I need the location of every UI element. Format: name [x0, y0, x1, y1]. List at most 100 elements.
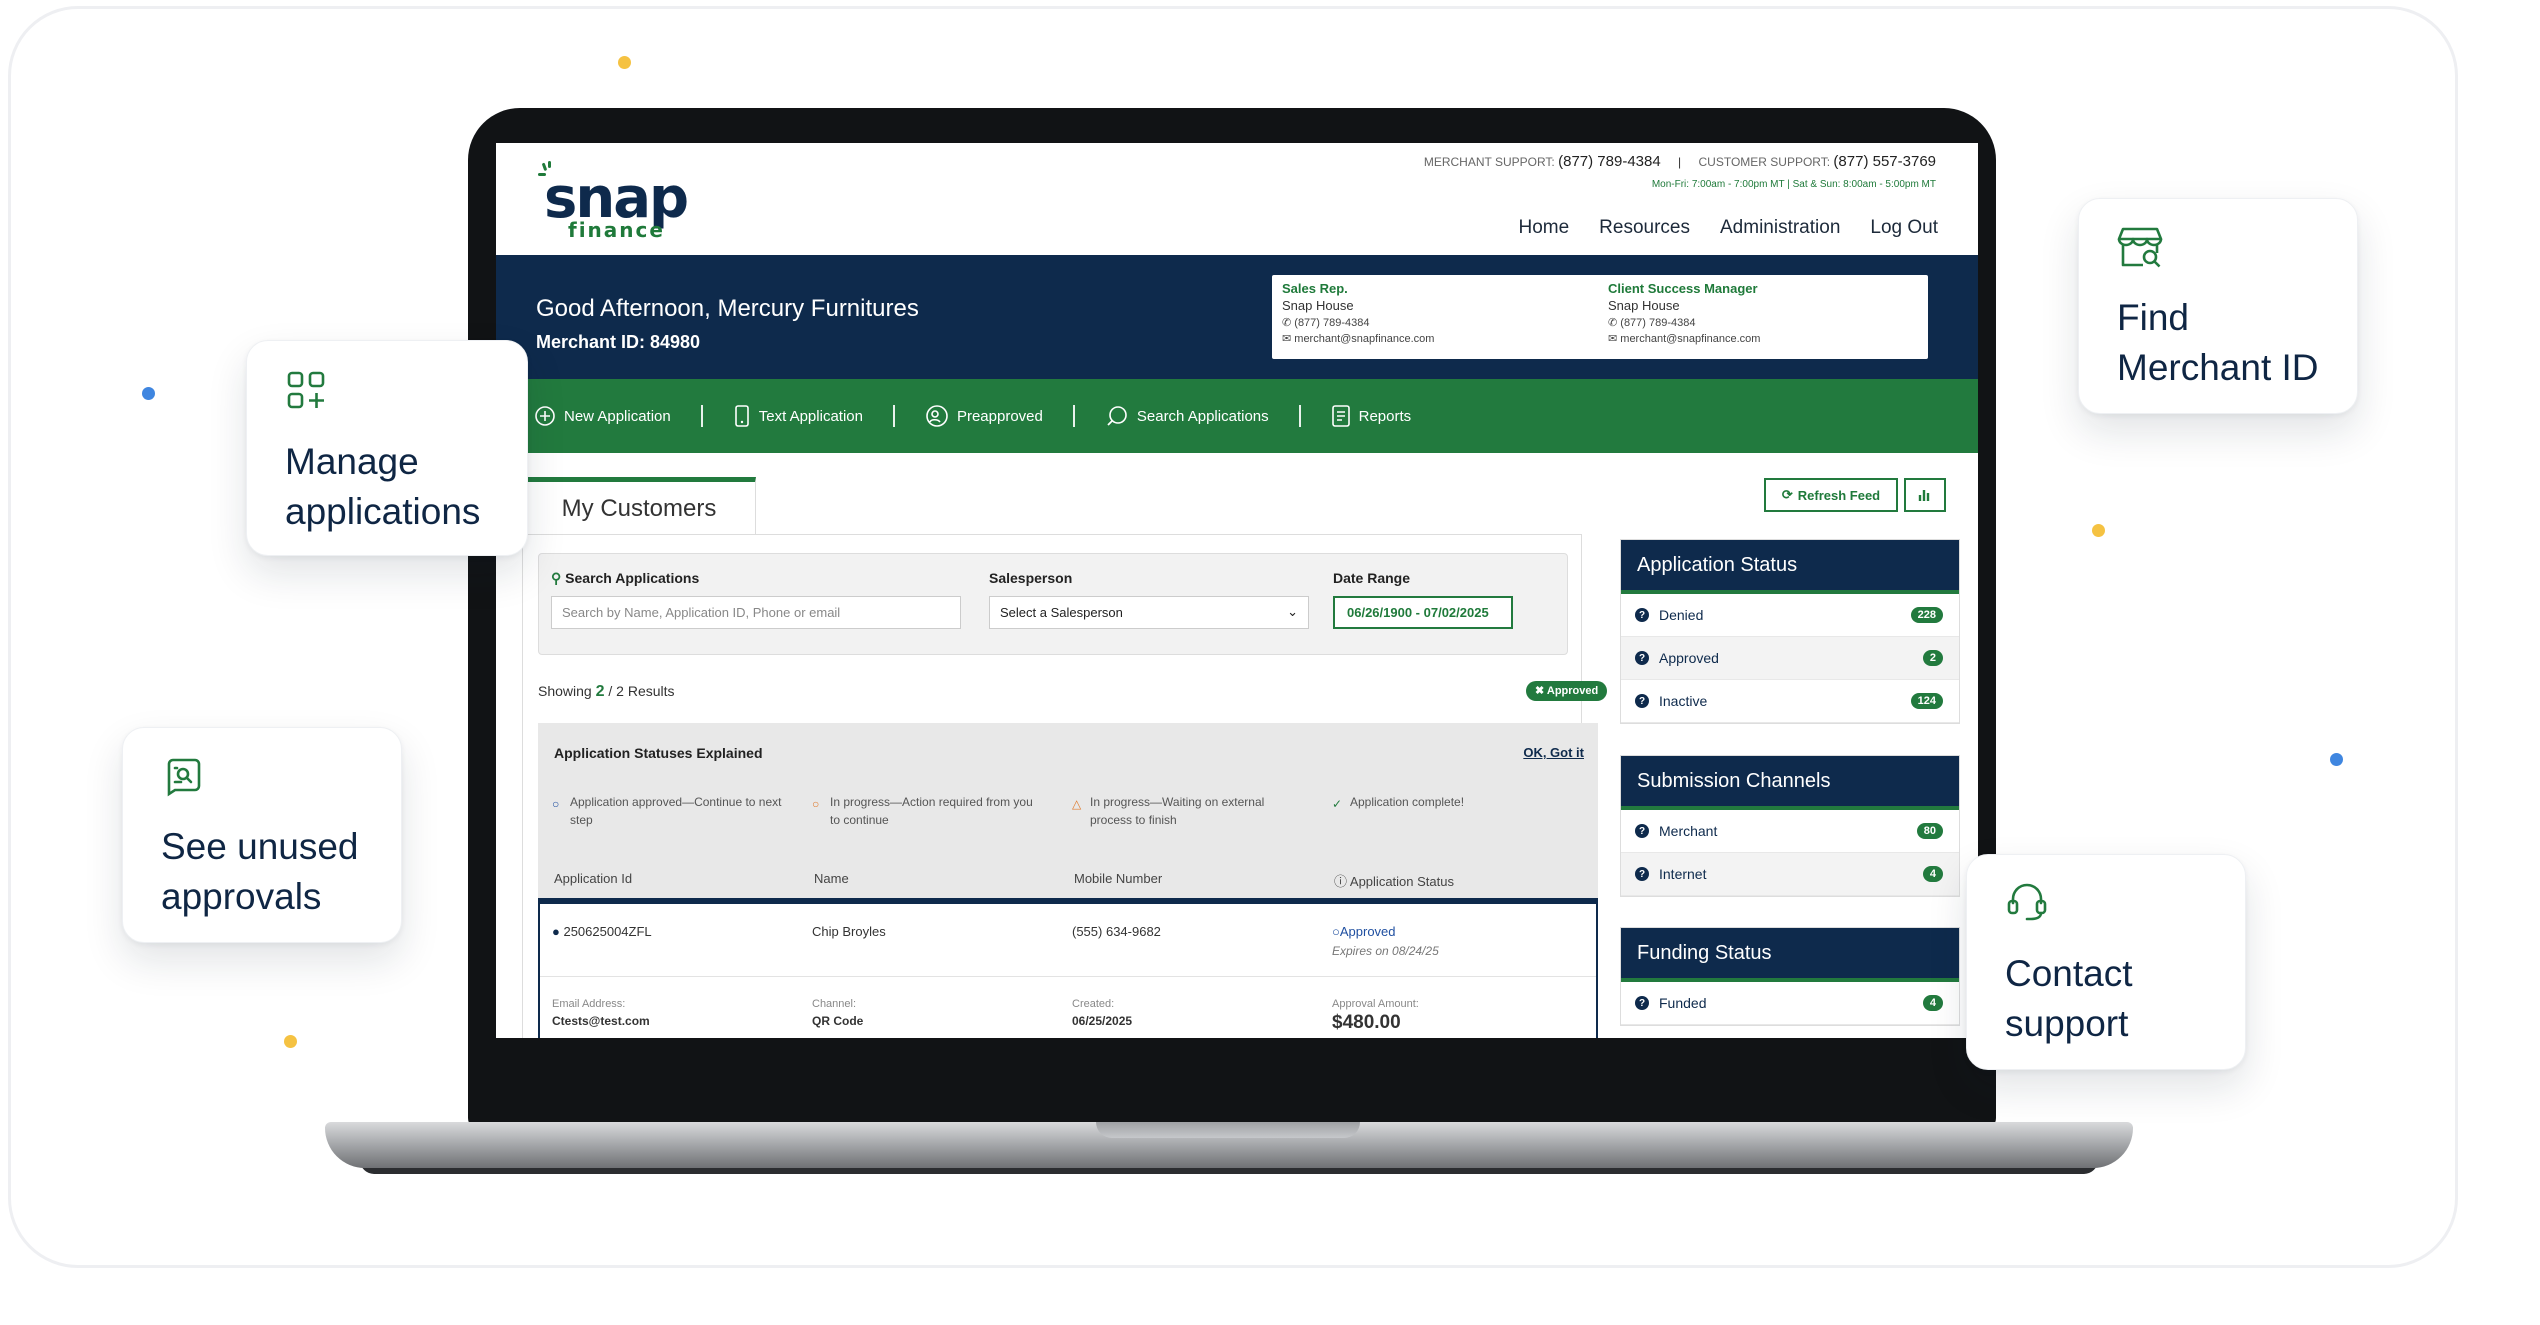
preapproved-button[interactable]: Preapproved [925, 404, 1043, 428]
row-phone: (555) 634-9682 [1072, 924, 1161, 939]
marketing-stage: snap finance MERCHANT SUPPORT: (877) 789… [0, 0, 2540, 1325]
apps-grid-icon [287, 371, 325, 409]
chart-button[interactable] [1904, 478, 1946, 512]
card-phone[interactable]: ✆ (877) 789-4384 [1282, 316, 1592, 329]
row-status: ○Approved [1332, 924, 1396, 939]
created-label: Created: [1072, 998, 1115, 1010]
bar-chart-icon [1918, 490, 1930, 501]
count-badge: 80 [1916, 823, 1943, 839]
row-application-id: ● 250625004ZFL [552, 924, 652, 939]
document-search-icon [167, 758, 201, 797]
legend-waiting: △ In progress—Waiting on external process… [1072, 795, 1265, 827]
divider [892, 405, 895, 427]
bullet-icon: ● [552, 924, 564, 939]
col-status[interactable]: ⓘ Application Status [1334, 871, 1454, 890]
circle-icon: ○ [812, 797, 820, 811]
decor-dot [2092, 524, 2105, 537]
funding-funded[interactable]: ? Funded 4 [1621, 982, 1959, 1025]
nav-home[interactable]: Home [1518, 217, 1569, 239]
card-name: Snap House [1608, 298, 1680, 313]
decor-dot [618, 56, 631, 69]
help-icon: ? [1635, 651, 1649, 665]
support-phones: MERCHANT SUPPORT: (877) 789-4384 | CUSTO… [1424, 153, 1936, 170]
date-range-label: Date Range [1333, 570, 1411, 586]
laptop-screen: snap finance MERCHANT SUPPORT: (877) 789… [496, 143, 1978, 1038]
search-icon: ⚲ [551, 570, 566, 586]
callout-contact-support: Contact support [1966, 854, 2246, 1070]
card-email[interactable]: ✉ merchant@snapfinance.com [1608, 332, 1918, 345]
nav-log-out[interactable]: Log Out [1870, 217, 1938, 239]
count-badge: 124 [1910, 693, 1943, 709]
headset-icon [2007, 883, 2047, 921]
count-badge: 4 [1922, 995, 1943, 1011]
merchant-id: Merchant ID: 84980 [536, 332, 701, 352]
separator: | [1678, 155, 1682, 169]
created-value: 06/25/2025 [1072, 1014, 1133, 1028]
col-name[interactable]: Name [814, 871, 849, 886]
merchant-support-phone[interactable]: (877) 789-4384 [1558, 153, 1661, 170]
decor-dot [142, 387, 155, 400]
channel-internet[interactable]: ? Internet 4 [1621, 853, 1959, 896]
callout-text: Manage applications [285, 441, 481, 532]
customer-support-phone[interactable]: (877) 557-3769 [1833, 153, 1936, 170]
search-label: ⚲ Search Applications [551, 570, 700, 586]
close-icon: ✖ [1535, 685, 1547, 697]
welcome-band: Good Afternoon, Mercury Furnitures Merch… [496, 255, 1978, 379]
card-email[interactable]: ✉ merchant@snapfinance.com [1282, 332, 1592, 345]
nav-administration[interactable]: Administration [1720, 217, 1840, 239]
channel-value: QR Code [812, 1014, 864, 1028]
card-title: Client Success Manager [1608, 281, 1758, 296]
card-phone[interactable]: ✆ (877) 789-4384 [1608, 316, 1918, 329]
channel-merchant[interactable]: ? Merchant 80 [1621, 810, 1959, 853]
legend-approved: ○ Application approved—Continue to next s… [552, 795, 782, 827]
report-icon [1331, 405, 1350, 427]
help-icon: ⓘ [1334, 874, 1350, 889]
text-application-button[interactable]: Text Application [733, 404, 863, 428]
widget-title: Submission Channels [1621, 756, 1959, 810]
phone-icon [734, 405, 749, 427]
help-icon: ? [1635, 824, 1649, 838]
application-status-widget: Application Status ? Denied 228 ? Approved 2… [1620, 539, 1960, 724]
triangle-icon: △ [1072, 797, 1082, 811]
search-filters: ⚲ Search Applications Search by Name, Ap… [538, 553, 1568, 655]
reports-button[interactable]: Reports [1331, 404, 1411, 428]
status-inactive[interactable]: ? Inactive 124 [1621, 680, 1959, 723]
results-count: Showing 2 / 2 Results [538, 683, 675, 700]
phone-icon: ✆ [1282, 317, 1295, 329]
status-explainer: Application Statuses Explained OK, Got i… [538, 723, 1598, 903]
help-icon: ? [1635, 694, 1649, 708]
col-mobile[interactable]: Mobile Number [1074, 871, 1162, 886]
count-badge: 228 [1910, 607, 1943, 623]
sales-rep-card: Sales Rep. Snap House ✆ (877) 789-4384 ✉… [1272, 275, 1602, 359]
approved-filter-pill[interactable]: ✖ Approved [1526, 681, 1608, 701]
date-range-input[interactable]: 06/26/1900 - 07/02/2025 [1333, 596, 1513, 629]
decor-dot [284, 1035, 297, 1048]
new-application-button[interactable]: New Application [534, 405, 671, 427]
tab-my-customers[interactable]: My Customers [522, 477, 756, 535]
nav-resources[interactable]: Resources [1599, 217, 1690, 239]
ok-got-it-link[interactable]: OK, Got it [1523, 745, 1584, 760]
channel-label: Channel: [812, 998, 857, 1010]
circle-icon: ○ [552, 797, 560, 811]
salesperson-select[interactable]: Select a Salesperson ⌄ [989, 596, 1309, 629]
status-approved[interactable]: ? Approved 2 [1621, 637, 1959, 680]
status-denied[interactable]: ? Denied 228 [1621, 594, 1959, 637]
search-applications-button[interactable]: Search Applications [1105, 404, 1269, 428]
widget-title: Funding Status [1621, 928, 1959, 982]
explainer-title: Application Statuses Explained [554, 745, 763, 761]
decor-dot [2330, 753, 2343, 766]
col-application-id[interactable]: Application Id [554, 871, 632, 886]
help-icon: ? [1635, 608, 1649, 622]
email-label: Email Address: [552, 998, 626, 1010]
table-row[interactable]: ● 250625004ZFL Chip Broyles (555) 634-96… [538, 898, 1598, 1038]
refresh-icon: ⟳ [1781, 487, 1793, 502]
search-input[interactable]: Search by Name, Application ID, Phone or… [551, 596, 961, 629]
plus-circle-icon [535, 406, 555, 426]
phone-icon: ✆ [1608, 317, 1621, 329]
callout-find-merchant-id: Find Merchant ID [2078, 198, 2358, 414]
csm-card: Client Success Manager Snap House ✆ (877… [1598, 275, 1928, 359]
callout-text: Find Merchant ID [2117, 297, 2319, 388]
snap-finance-logo[interactable]: snap finance [538, 161, 708, 241]
row-expires: Expires on 08/24/25 [1332, 944, 1439, 958]
refresh-feed-button[interactable]: ⟳ Refresh Feed [1764, 478, 1898, 512]
